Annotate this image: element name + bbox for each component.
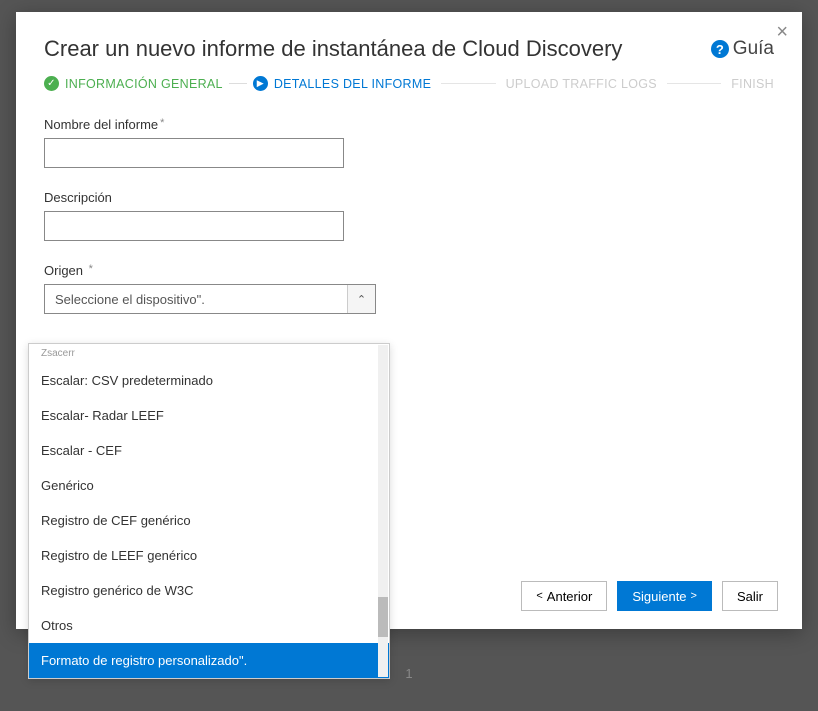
dropdown-option[interactable]: Registro de LEEF genérico bbox=[29, 538, 389, 573]
dropdown-option[interactable]: Escalar - CEF bbox=[29, 433, 389, 468]
source-selected-text: Seleccione el dispositivo". bbox=[55, 292, 205, 307]
arrow-right-icon: ▶ bbox=[253, 76, 268, 91]
chevron-left-icon: < bbox=[536, 590, 542, 602]
step-divider bbox=[229, 83, 247, 84]
step-divider bbox=[667, 83, 721, 84]
prev-button[interactable]: < Anterior bbox=[521, 581, 607, 611]
modal-title: Crear un nuevo informe de instantánea de… bbox=[44, 36, 622, 62]
source-label: Origen * bbox=[44, 263, 774, 278]
report-name-input[interactable] bbox=[44, 138, 344, 168]
help-icon: ? bbox=[711, 40, 729, 58]
step-general-info[interactable]: ✓ INFORMACIÓN GENERAL bbox=[44, 76, 223, 91]
dropdown-option[interactable]: Registro genérico de W3C bbox=[29, 573, 389, 608]
modal-footer: < Anterior Siguiente > Salir bbox=[521, 581, 778, 611]
step-divider bbox=[441, 83, 495, 84]
exit-button[interactable]: Salir bbox=[722, 581, 778, 611]
guide-label: Guía bbox=[733, 38, 774, 60]
dropdown-option[interactable]: Formato de registro personalizado". bbox=[29, 643, 389, 678]
field-report-name: Nombre del informe* bbox=[44, 117, 774, 168]
scrollbar[interactable] bbox=[378, 345, 388, 677]
check-icon: ✓ bbox=[44, 76, 59, 91]
modal-header: Crear un nuevo informe de instantánea de… bbox=[16, 12, 802, 70]
field-source: Origen * Seleccione el dispositivo". ⌃ bbox=[44, 263, 774, 314]
next-button[interactable]: Siguiente > bbox=[617, 581, 712, 611]
dropdown-option[interactable]: Escalar- Radar LEEF bbox=[29, 398, 389, 433]
required-mark: * bbox=[89, 263, 93, 275]
guide-link[interactable]: ? Guía bbox=[711, 38, 774, 60]
step-report-details[interactable]: ▶ DETALLES DEL INFORME bbox=[253, 76, 431, 91]
chevron-right-icon: > bbox=[691, 590, 697, 602]
dropdown-option[interactable]: Zsacerr bbox=[29, 344, 389, 363]
required-mark: * bbox=[160, 117, 164, 129]
scrollbar-thumb[interactable] bbox=[378, 597, 388, 637]
field-description: Descripción bbox=[44, 190, 774, 241]
report-name-label: Nombre del informe* bbox=[44, 117, 774, 132]
step-upload-logs: UPLOAD TRAFFIC LOGS bbox=[506, 77, 657, 91]
report-form: Nombre del informe* Descripción Origen *… bbox=[16, 109, 802, 344]
close-icon[interactable]: × bbox=[776, 22, 788, 42]
wizard-steps: ✓ INFORMACIÓN GENERAL ▶ DETALLES DEL INF… bbox=[16, 70, 802, 109]
dropdown-option[interactable]: Escalar: CSV predeterminado bbox=[29, 363, 389, 398]
description-input[interactable] bbox=[44, 211, 344, 241]
dropdown-option[interactable]: Registro de CEF genérico bbox=[29, 503, 389, 538]
dropdown-option[interactable]: Otros bbox=[29, 608, 389, 643]
source-dropdown: ZsacerrEscalar: CSV predeterminadoEscala… bbox=[28, 343, 390, 679]
dropdown-option[interactable]: Genérico bbox=[29, 468, 389, 503]
chevron-up-icon: ⌃ bbox=[347, 285, 375, 313]
description-label: Descripción bbox=[44, 190, 774, 205]
page-number: 1 bbox=[405, 666, 412, 681]
step-finish: FINISH bbox=[731, 77, 774, 91]
source-select[interactable]: Seleccione el dispositivo". ⌃ bbox=[44, 284, 376, 314]
